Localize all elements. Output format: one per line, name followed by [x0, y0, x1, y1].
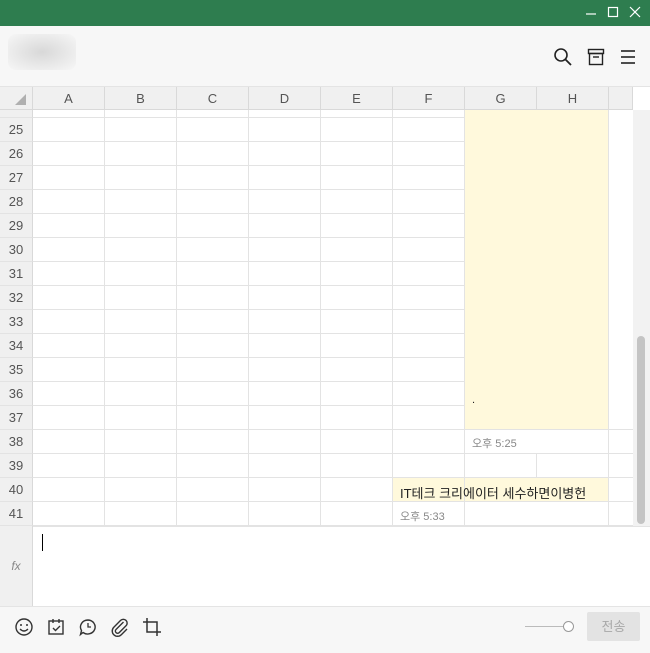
message-bubble-1[interactable]: [465, 110, 609, 430]
row-header-34[interactable]: 34: [0, 334, 33, 358]
archive-icon[interactable]: [586, 47, 606, 67]
avatar[interactable]: [8, 34, 76, 70]
column-header-blank: [609, 87, 633, 110]
select-all-corner[interactable]: [0, 87, 33, 110]
row-header-38[interactable]: 38: [0, 430, 33, 454]
column-header-c[interactable]: C: [177, 87, 249, 110]
minimize-icon[interactable]: [582, 4, 600, 22]
row-header-36[interactable]: 36: [0, 382, 33, 406]
row-header-40[interactable]: 40: [0, 478, 33, 502]
message-1-dot: .: [472, 394, 476, 406]
message-1-time: 오후 5:25: [472, 438, 517, 450]
row-header-41[interactable]: 41: [0, 502, 33, 526]
column-header-a[interactable]: A: [33, 87, 105, 110]
row-header-35[interactable]: 35: [0, 358, 33, 382]
row-header-31[interactable]: 31: [0, 262, 33, 286]
search-icon[interactable]: [553, 47, 573, 67]
chat-grid[interactable]: . 오후 5:25 IT테크 크리에이터 세수하면이병헌 오후 5:33: [33, 110, 633, 526]
row-header-32[interactable]: 32: [0, 286, 33, 310]
row-header-partial: [0, 110, 33, 118]
font-size-slider-handle[interactable]: [563, 621, 574, 632]
message-input[interactable]: [0, 526, 650, 607]
row-header-25[interactable]: 25: [0, 118, 33, 142]
column-header-h[interactable]: H: [537, 87, 609, 110]
maximize-icon[interactable]: [604, 4, 622, 22]
text-cursor: [42, 534, 43, 551]
close-icon[interactable]: [626, 4, 644, 22]
row-header-30[interactable]: 30: [0, 238, 33, 262]
calendar-icon[interactable]: [46, 617, 66, 637]
row-header-33[interactable]: 33: [0, 310, 33, 334]
title-bar: [0, 0, 650, 26]
row-header-39[interactable]: 39: [0, 454, 33, 478]
column-header-e[interactable]: E: [321, 87, 393, 110]
row-header-37[interactable]: 37: [0, 406, 33, 430]
fx-label: fx: [0, 526, 33, 606]
crop-icon[interactable]: [142, 617, 162, 637]
column-header-f[interactable]: F: [393, 87, 465, 110]
scrollbar-thumb[interactable]: [637, 336, 645, 524]
row-header-29[interactable]: 29: [0, 214, 33, 238]
send-button[interactable]: 전송: [587, 612, 640, 641]
row-header-26[interactable]: 26: [0, 142, 33, 166]
row-header-28[interactable]: 28: [0, 190, 33, 214]
menu-icon[interactable]: [619, 47, 639, 67]
message-2-text: IT테크 크리에이터 세수하면이병헌: [400, 486, 587, 501]
speech-bubble-icon[interactable]: [78, 617, 98, 637]
message-2-time: 오후 5:33: [400, 511, 445, 523]
column-header-b[interactable]: B: [105, 87, 177, 110]
column-header-g[interactable]: G: [465, 87, 537, 110]
row-header-27[interactable]: 27: [0, 166, 33, 190]
column-header-d[interactable]: D: [249, 87, 321, 110]
paperclip-icon[interactable]: [110, 617, 130, 637]
emoji-icon[interactable]: [14, 617, 34, 637]
font-size-slider-track[interactable]: [525, 626, 567, 627]
